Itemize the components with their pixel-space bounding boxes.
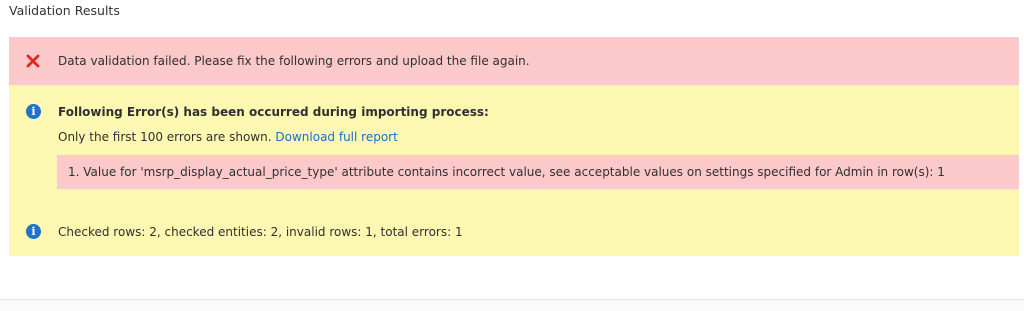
notice-message-text: Checked rows: 2, checked entities: 2, in… bbox=[58, 225, 463, 239]
error-list-item: 1. Value for 'msrp_display_actual_price_… bbox=[57, 155, 1019, 189]
error-message: Data validation failed. Please fix the f… bbox=[9, 37, 1019, 85]
section-title: Validation Results bbox=[9, 3, 120, 18]
info-icon: i bbox=[26, 104, 41, 119]
error-x-icon bbox=[26, 54, 40, 68]
error-list-item-text: 1. Value for 'msrp_display_actual_price_… bbox=[68, 165, 945, 179]
page-divider bbox=[0, 299, 1024, 311]
validation-results-page: Validation Results Data validation faile… bbox=[0, 0, 1024, 311]
download-full-report-link[interactable]: Download full report bbox=[275, 130, 397, 144]
notice-message: i Checked rows: 2, checked entities: 2, … bbox=[9, 201, 1019, 256]
error-message-text: Data validation failed. Please fix the f… bbox=[58, 54, 530, 68]
warning-subtext: Only the first 100 errors are shown. bbox=[58, 130, 272, 144]
warning-subtext-line: Only the first 100 errors are shown. Dow… bbox=[58, 130, 398, 144]
info-icon: i bbox=[26, 224, 41, 239]
warning-heading: Following Error(s) has been occurred dur… bbox=[58, 105, 489, 119]
warning-message: i Following Error(s) has been occurred d… bbox=[9, 85, 1019, 201]
